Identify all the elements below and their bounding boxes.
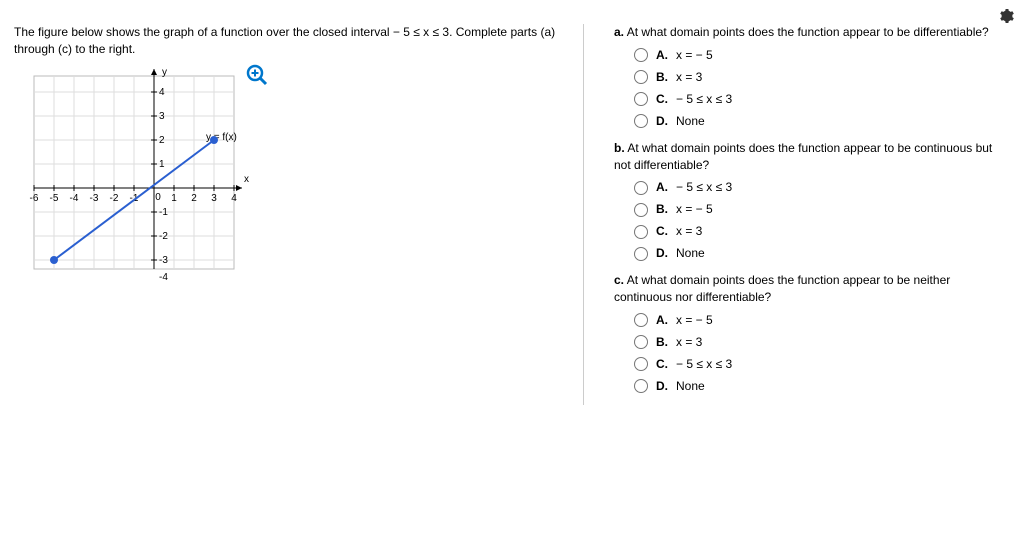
question-b-text: At what domain points does the function … [614, 141, 992, 172]
svg-text:-6: -6 [30, 193, 39, 204]
option-a-B[interactable]: B. x = 3 [634, 67, 1000, 88]
option-a-A[interactable]: A. x = − 5 [634, 45, 1000, 66]
question-prompt-panel: The figure below shows the graph of a fu… [14, 24, 584, 405]
svg-text:-1: -1 [159, 207, 168, 218]
radio-b-A[interactable] [634, 181, 648, 195]
svg-text:-3: -3 [90, 193, 99, 204]
option-c-B[interactable]: B. x = 3 [634, 332, 1000, 353]
radio-c-A[interactable] [634, 313, 648, 327]
answer-panel: a. At what domain points does the functi… [584, 24, 1010, 405]
gear-icon[interactable] [998, 8, 1014, 24]
y-axis-label: y [162, 67, 167, 78]
option-b-D[interactable]: D. None [634, 243, 1000, 264]
radio-a-B[interactable] [634, 70, 648, 84]
question-a: a. At what domain points does the functi… [614, 24, 1000, 132]
question-a-text: At what domain points does the function … [627, 25, 989, 39]
svg-text:3: 3 [211, 193, 217, 204]
option-a-C[interactable]: C. − 5 ≤ x ≤ 3 [634, 89, 1000, 110]
radio-b-D[interactable] [634, 247, 648, 261]
option-c-D[interactable]: D. None [634, 376, 1000, 397]
radio-c-C[interactable] [634, 357, 648, 371]
question-c-text: At what domain points does the function … [614, 273, 950, 304]
option-b-A[interactable]: A. − 5 ≤ x ≤ 3 [634, 177, 1000, 198]
svg-text:3: 3 [159, 111, 165, 122]
question-c-label: c. [614, 273, 624, 287]
svg-text:-2: -2 [110, 193, 119, 204]
radio-b-B[interactable] [634, 203, 648, 217]
radio-b-C[interactable] [634, 225, 648, 239]
radio-c-D[interactable] [634, 379, 648, 393]
graph-panel: -6 -5 -4 -3 -2 -1 0 1 2 3 4 4 3 2 1 [24, 64, 284, 324]
svg-text:-3: -3 [159, 255, 168, 266]
option-a-D[interactable]: D. None [634, 111, 1000, 132]
function-graph: -6 -5 -4 -3 -2 -1 0 1 2 3 4 4 3 2 1 [24, 64, 264, 284]
svg-text:1: 1 [171, 193, 177, 204]
svg-text:-4: -4 [159, 272, 168, 283]
svg-text:4: 4 [231, 193, 237, 204]
svg-text:-5: -5 [50, 193, 59, 204]
question-b-label: b. [614, 141, 625, 155]
svg-text:2: 2 [191, 193, 197, 204]
radio-a-D[interactable] [634, 114, 648, 128]
svg-text:0: 0 [155, 192, 161, 203]
question-b: b. At what domain points does the functi… [614, 140, 1000, 265]
svg-text:1: 1 [159, 159, 165, 170]
zoom-in-icon[interactable] [246, 64, 268, 86]
option-b-B[interactable]: B. x = − 5 [634, 199, 1000, 220]
svg-text:-4: -4 [70, 193, 79, 204]
svg-text:-2: -2 [159, 231, 168, 242]
option-b-C[interactable]: C. x = 3 [634, 221, 1000, 242]
radio-a-A[interactable] [634, 48, 648, 62]
question-a-label: a. [614, 25, 624, 39]
option-c-C[interactable]: C. − 5 ≤ x ≤ 3 [634, 354, 1000, 375]
svg-text:2: 2 [159, 135, 165, 146]
svg-text:4: 4 [159, 87, 165, 98]
option-c-A[interactable]: A. x = − 5 [634, 310, 1000, 331]
radio-c-B[interactable] [634, 335, 648, 349]
x-axis-label: x [244, 174, 249, 185]
prompt-text: The figure below shows the graph of a fu… [14, 24, 573, 58]
question-c: c. At what domain points does the functi… [614, 272, 1000, 397]
radio-a-C[interactable] [634, 92, 648, 106]
